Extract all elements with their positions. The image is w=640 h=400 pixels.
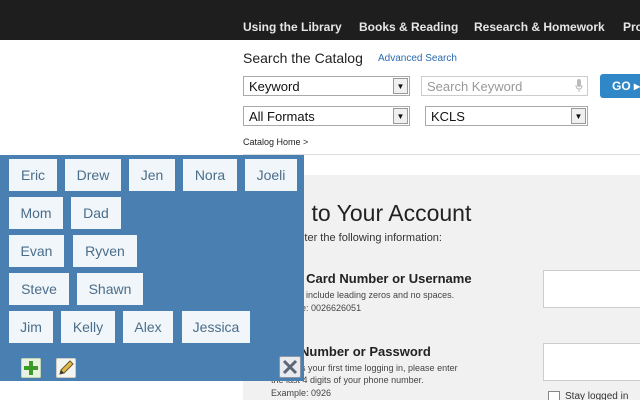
nav-using-library[interactable]: Using the Library bbox=[243, 20, 342, 34]
go-button[interactable]: GO ▸ bbox=[600, 74, 640, 98]
profile-panel: Eric Drew Jen Nora Joeli Mom Dad Evan Ry… bbox=[0, 155, 304, 381]
pin-example: Example: 0926 bbox=[271, 388, 332, 398]
search-title: Search the Catalog bbox=[243, 50, 363, 66]
profile-chip-joeli[interactable]: Joeli bbox=[245, 159, 297, 191]
card-number-input[interactable] bbox=[543, 270, 640, 308]
format-select[interactable]: All Formats ▼ bbox=[243, 106, 410, 126]
library-select[interactable]: KCLS ▼ bbox=[425, 106, 588, 126]
profile-chip-evan[interactable]: Evan bbox=[9, 235, 64, 267]
profile-chip-mom[interactable]: Mom bbox=[9, 197, 63, 229]
profile-chip-kelly[interactable]: Kelly bbox=[61, 311, 115, 343]
search-type-value: Keyword bbox=[249, 79, 300, 94]
card-number-label: ary Card Number or Username bbox=[283, 271, 472, 286]
profile-chip-dad[interactable]: Dad bbox=[71, 197, 121, 229]
microphone-icon[interactable] bbox=[575, 79, 583, 93]
profile-chip-shawn[interactable]: Shawn bbox=[77, 273, 143, 305]
pencil-icon[interactable] bbox=[56, 358, 76, 378]
profile-chip-jen[interactable]: Jen bbox=[129, 159, 175, 191]
profile-chip-alex[interactable]: Alex bbox=[123, 311, 173, 343]
card-hint: include leading zeros and no spaces. bbox=[306, 290, 455, 300]
chevron-down-icon: ▼ bbox=[393, 108, 408, 124]
profile-chip-nora[interactable]: Nora bbox=[183, 159, 237, 191]
profile-chip-jim[interactable]: Jim bbox=[9, 311, 53, 343]
pin-hint-1: s your first time logging in, please ent… bbox=[301, 363, 458, 373]
profile-chip-eric[interactable]: Eric bbox=[9, 159, 57, 191]
plus-icon[interactable] bbox=[21, 358, 41, 378]
pin-label: Number or Password bbox=[300, 344, 431, 359]
stay-logged-in-label: Stay logged in bbox=[565, 391, 629, 400]
close-button[interactable] bbox=[279, 356, 301, 378]
profile-chip-ryven[interactable]: Ryven bbox=[73, 235, 137, 267]
advanced-search-link[interactable]: Advanced Search bbox=[378, 53, 457, 64]
search-keyword-input[interactable]: Search Keyword bbox=[421, 76, 588, 96]
stay-logged-in-checkbox[interactable] bbox=[548, 391, 560, 400]
password-input[interactable] bbox=[543, 343, 640, 381]
login-subtitle: e enter the following information: bbox=[283, 232, 442, 244]
breadcrumb[interactable]: Catalog Home > bbox=[243, 137, 308, 147]
profile-chip-steve[interactable]: Steve bbox=[9, 273, 69, 305]
search-keyword-placeholder: Search Keyword bbox=[427, 79, 523, 94]
nav-books-reading[interactable]: Books & Reading bbox=[359, 20, 458, 34]
nav-research-homework[interactable]: Research & Homework bbox=[474, 20, 605, 34]
chevron-down-icon: ▼ bbox=[571, 108, 586, 124]
format-value: All Formats bbox=[249, 109, 315, 124]
close-icon bbox=[282, 359, 298, 375]
top-nav: Using the Library Books & Reading Resear… bbox=[0, 0, 640, 40]
nav-pro[interactable]: Pro bbox=[623, 20, 640, 34]
profile-chip-drew[interactable]: Drew bbox=[65, 159, 121, 191]
profile-chip-jessica[interactable]: Jessica bbox=[182, 311, 250, 343]
chevron-down-icon: ▼ bbox=[393, 78, 408, 94]
search-type-select[interactable]: Keyword ▼ bbox=[243, 76, 410, 96]
library-value: KCLS bbox=[431, 109, 465, 124]
